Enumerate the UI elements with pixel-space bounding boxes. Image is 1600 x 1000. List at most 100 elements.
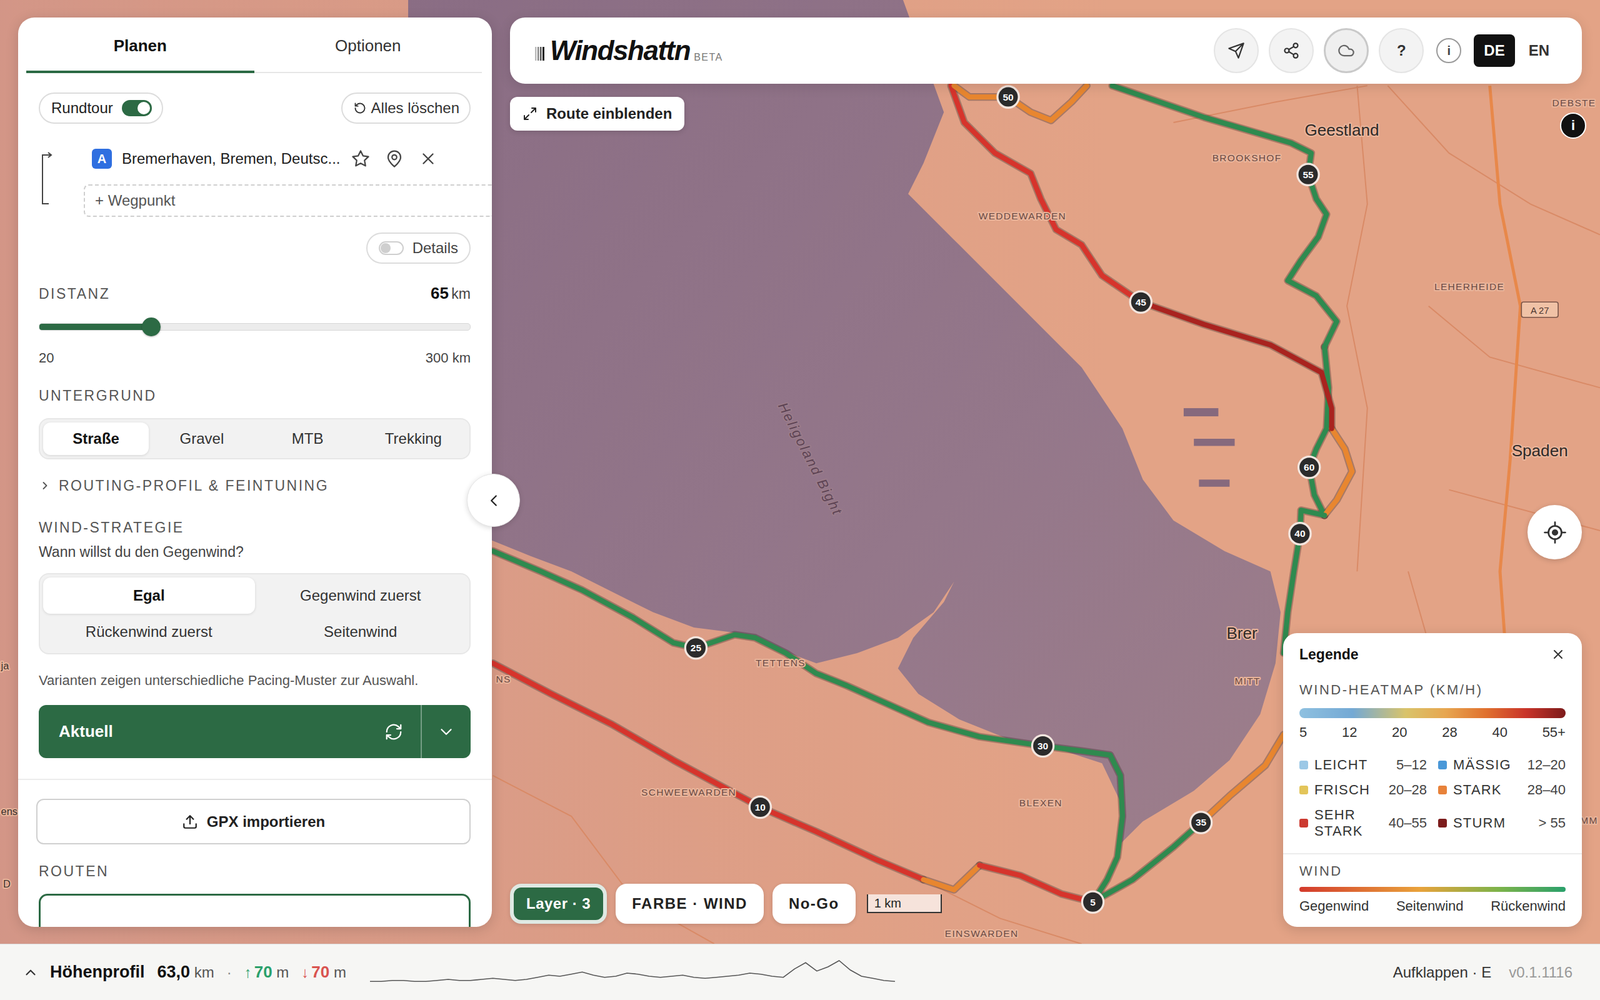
legend-swatch [1299,760,1309,770]
locate-button[interactable] [1527,505,1582,560]
waypoint-name[interactable]: Bremerhaven, Bremen, Deutsc... [121,150,340,168]
route-segment[interactable] [1093,822,1202,902]
legend-item: FRISCH 20–28 [1299,781,1427,799]
wind-scale [1299,886,1566,892]
share-icon [1282,41,1300,60]
legend-label: STURM [1453,815,1533,832]
route-segment[interactable] [1140,301,1332,429]
star-icon[interactable] [351,149,370,169]
heatmap-scale [1299,708,1566,719]
distance-header: DISTANZ 65 km [38,283,471,304]
legend-swatch [1438,818,1447,828]
route-segment[interactable] [951,85,1142,302]
legend-swatch [1299,785,1309,795]
logo[interactable]: Windshattn BETA [535,35,724,66]
wind-scale-label: Seitenwind [1396,898,1464,915]
roundtrip-toggle[interactable]: Rundtour [38,92,164,124]
route-marker[interactable]: 60 [1298,456,1320,479]
wind-strategy-question: Wann willst du den Gegenwind? [38,543,471,561]
close-icon[interactable] [1550,646,1566,662]
route-segment[interactable] [1324,428,1352,516]
map-control-button[interactable]: Layer · 3 [510,883,607,924]
legend-label: FRISCH [1314,781,1383,799]
map-label: WEDDEWARDEN [978,210,1067,222]
wind-strategy-option[interactable]: Seitenwind [255,613,467,650]
legend-item: SEHR STARK 40–55 [1299,806,1427,840]
route-segment[interactable] [979,865,1093,902]
surface-option[interactable]: Straße [43,422,149,455]
beta-badge: BETA [693,51,724,64]
surface-option[interactable]: MTB [255,422,361,455]
map-label: D [3,878,11,890]
route-marker[interactable]: 25 [685,637,707,659]
legend: Legende WIND-HEATMAP (KM/H) 51220284055+… [1283,633,1582,927]
route-marker[interactable]: 40 [1289,523,1311,545]
route-segment[interactable] [493,551,1123,903]
elevation-toggle[interactable]: Höhenprofil [22,962,145,982]
wind-strategy-option[interactable]: Gegenwind zuerst [255,577,467,614]
distance-slider[interactable] [38,317,471,337]
route-segment[interactable] [1283,510,1325,654]
svg-text:50: 50 [1002,91,1014,103]
language-option[interactable]: EN [1518,34,1560,67]
info-button[interactable]: i [1436,38,1462,64]
wind-strategy-note: Varianten zeigen unterschiedliche Pacing… [38,671,471,690]
collapse-panel-button[interactable] [466,473,520,527]
show-route-button[interactable]: Route einblenden [510,96,685,131]
panel-tab[interactable]: Planen [26,17,255,74]
surface-option[interactable]: Gravel [148,422,255,455]
crosshair-icon [1543,521,1567,544]
route-marker[interactable]: 5 [1081,891,1104,913]
route-marker[interactable]: 35 [1190,811,1212,834]
route-marker[interactable]: 30 [1031,735,1054,757]
route-marker[interactable]: 45 [1130,291,1152,313]
heatmap-ticks: 51220284055+ [1299,724,1566,741]
close-icon[interactable] [418,149,438,169]
variant-button: Aktuell [38,705,471,759]
version: v0.1.1116 [1508,963,1573,982]
map-control-button[interactable]: FARBE · WIND [615,883,764,924]
map-label: Spaden [1511,441,1569,460]
pin-icon[interactable] [385,149,404,169]
elevation-sparkline[interactable] [370,956,895,989]
map-info-button[interactable]: i [1560,112,1587,139]
map-control-button[interactable]: No-Go [772,883,856,924]
details-toggle[interactable]: Details [366,232,471,264]
panel-tab[interactable]: Optionen [254,17,483,74]
route-marker[interactable]: 55 [1297,163,1319,185]
route-segment[interactable] [493,663,924,880]
waypoint-row[interactable]: A Bremerhaven, Bremen, Deutsc... [83,146,471,172]
gpx-import-button[interactable]: GPX importieren [36,798,471,845]
logo-text: Windshattn [550,35,690,66]
legend-label: STARK [1453,781,1522,799]
route-segment[interactable] [1112,85,1337,347]
route-marker[interactable]: 10 [749,796,771,818]
expand-hint[interactable]: Aufklappen · E [1393,963,1492,982]
route-marker[interactable]: 50 [997,86,1019,108]
routing-profile-toggle[interactable]: ROUTING-PROFIL & FEINTUNING [38,476,471,495]
wind-strategy-option[interactable]: Rückenwind zuerst [43,613,255,650]
route-segment[interactable] [954,85,1087,121]
app: DEBSTEGeestlandBROOKSHOFWEDDEWARDENLEHER… [0,0,1600,1000]
route-card[interactable] [38,893,471,927]
clear-all-button[interactable]: Alles löschen [341,92,471,124]
tick: 20 [1391,724,1407,741]
map-label: MITT [1235,676,1261,687]
language-switch: DEEN [1473,34,1560,67]
route-segment[interactable] [923,865,980,890]
wind-strategy-option[interactable]: Egal [43,577,255,614]
cloud-button[interactable] [1323,28,1369,74]
current-variant-button[interactable]: Aktuell [38,705,422,759]
slider-thumb[interactable] [141,317,161,337]
variant-dropdown-button[interactable] [421,705,471,759]
route-segment[interactable] [1201,735,1284,823]
help-button[interactable]: ? [1378,28,1424,74]
surface-option[interactable]: Trekking [360,422,467,455]
send-button[interactable] [1213,28,1259,74]
add-waypoint[interactable]: + Wegpunkt [83,184,492,217]
legend-swatch [1438,785,1447,795]
legend-label: MÄSSIG [1453,756,1522,774]
share-button[interactable] [1268,28,1314,74]
separator: · [226,963,232,982]
language-option[interactable]: DE [1473,34,1515,67]
